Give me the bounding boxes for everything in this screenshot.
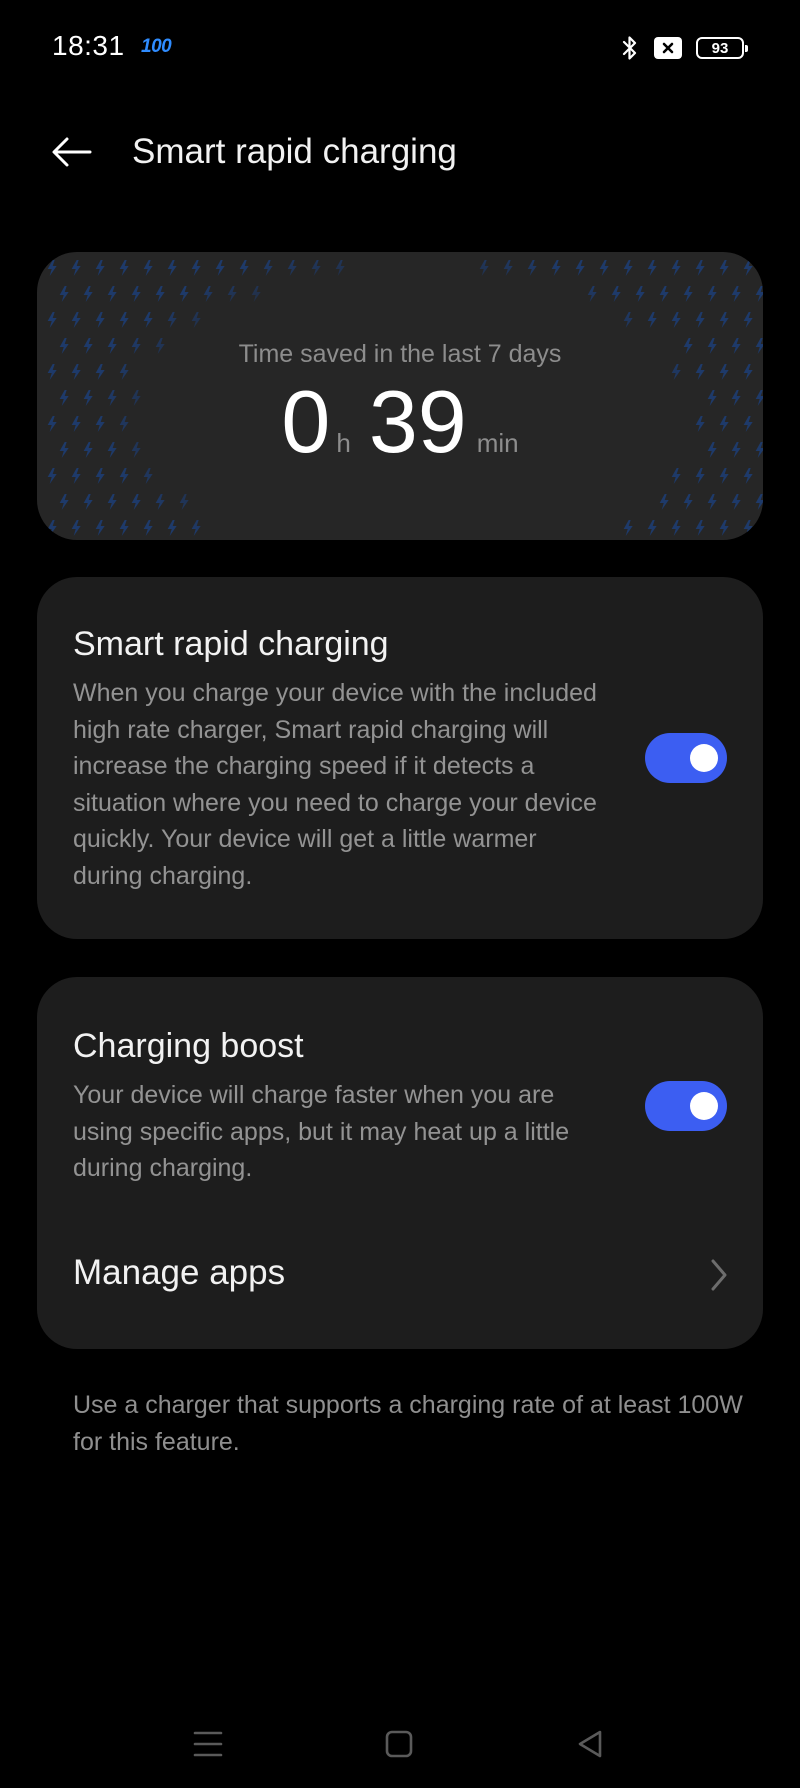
hours-value: 0: [281, 372, 331, 471]
hours-unit: h: [336, 428, 351, 458]
manage-apps-row[interactable]: Manage apps: [37, 1225, 763, 1325]
battery-icon: 93: [696, 37, 748, 59]
charging-boost-card: Charging boost Your device will charge f…: [37, 977, 763, 1349]
battery-level: 93: [711, 39, 729, 57]
toggle-knob: [690, 744, 718, 772]
charging-boost-description: Your device will charge faster when you …: [73, 1081, 570, 1182]
nav-back-button[interactable]: [566, 1720, 614, 1768]
charging-boost-title: Charging boost: [73, 1027, 304, 1065]
charger-requirement-note: Use a charger that supports a charging r…: [73, 1391, 743, 1456]
smart-rapid-charging-description: When you charge your device with the inc…: [73, 679, 597, 890]
smart-rapid-charging-toggle[interactable]: [645, 733, 727, 783]
minutes-unit: min: [476, 428, 519, 458]
home-button[interactable]: [375, 1720, 423, 1768]
time-saved-label: Time saved in the last 7 days: [238, 340, 562, 368]
charging-boost-toggle[interactable]: [645, 1081, 727, 1131]
time-saved-card: Time saved in the last 7 days 0 h 39 min: [37, 252, 763, 540]
status-bar: 18:31 100 93: [0, 0, 800, 96]
status-icons: 93: [620, 34, 748, 62]
fast-charge-indicator: 100: [141, 36, 172, 57]
menu-icon: [193, 1731, 223, 1757]
arrow-left-icon: [52, 137, 92, 167]
smart-rapid-charging-card: Smart rapid charging When you charge you…: [37, 577, 763, 939]
status-time: 18:31: [52, 30, 125, 61]
smart-rapid-charging-title: Smart rapid charging: [73, 625, 389, 663]
home-icon: [385, 1730, 413, 1758]
app-header: Smart rapid charging: [0, 110, 800, 194]
toggle-knob: [690, 1092, 718, 1120]
recent-apps-button[interactable]: [184, 1720, 232, 1768]
time-saved-value: 0 h 39 min: [37, 378, 763, 466]
back-button[interactable]: [44, 130, 100, 174]
manage-apps-label: Manage apps: [73, 1253, 286, 1292]
sim-off-icon: [654, 37, 682, 59]
system-navigation-bar: [0, 1700, 800, 1788]
page-title: Smart rapid charging: [132, 132, 457, 171]
bluetooth-icon: [622, 36, 637, 60]
back-triangle-icon: [578, 1730, 602, 1758]
minutes-value: 39: [368, 372, 467, 471]
chevron-right-icon: [711, 1259, 727, 1291]
